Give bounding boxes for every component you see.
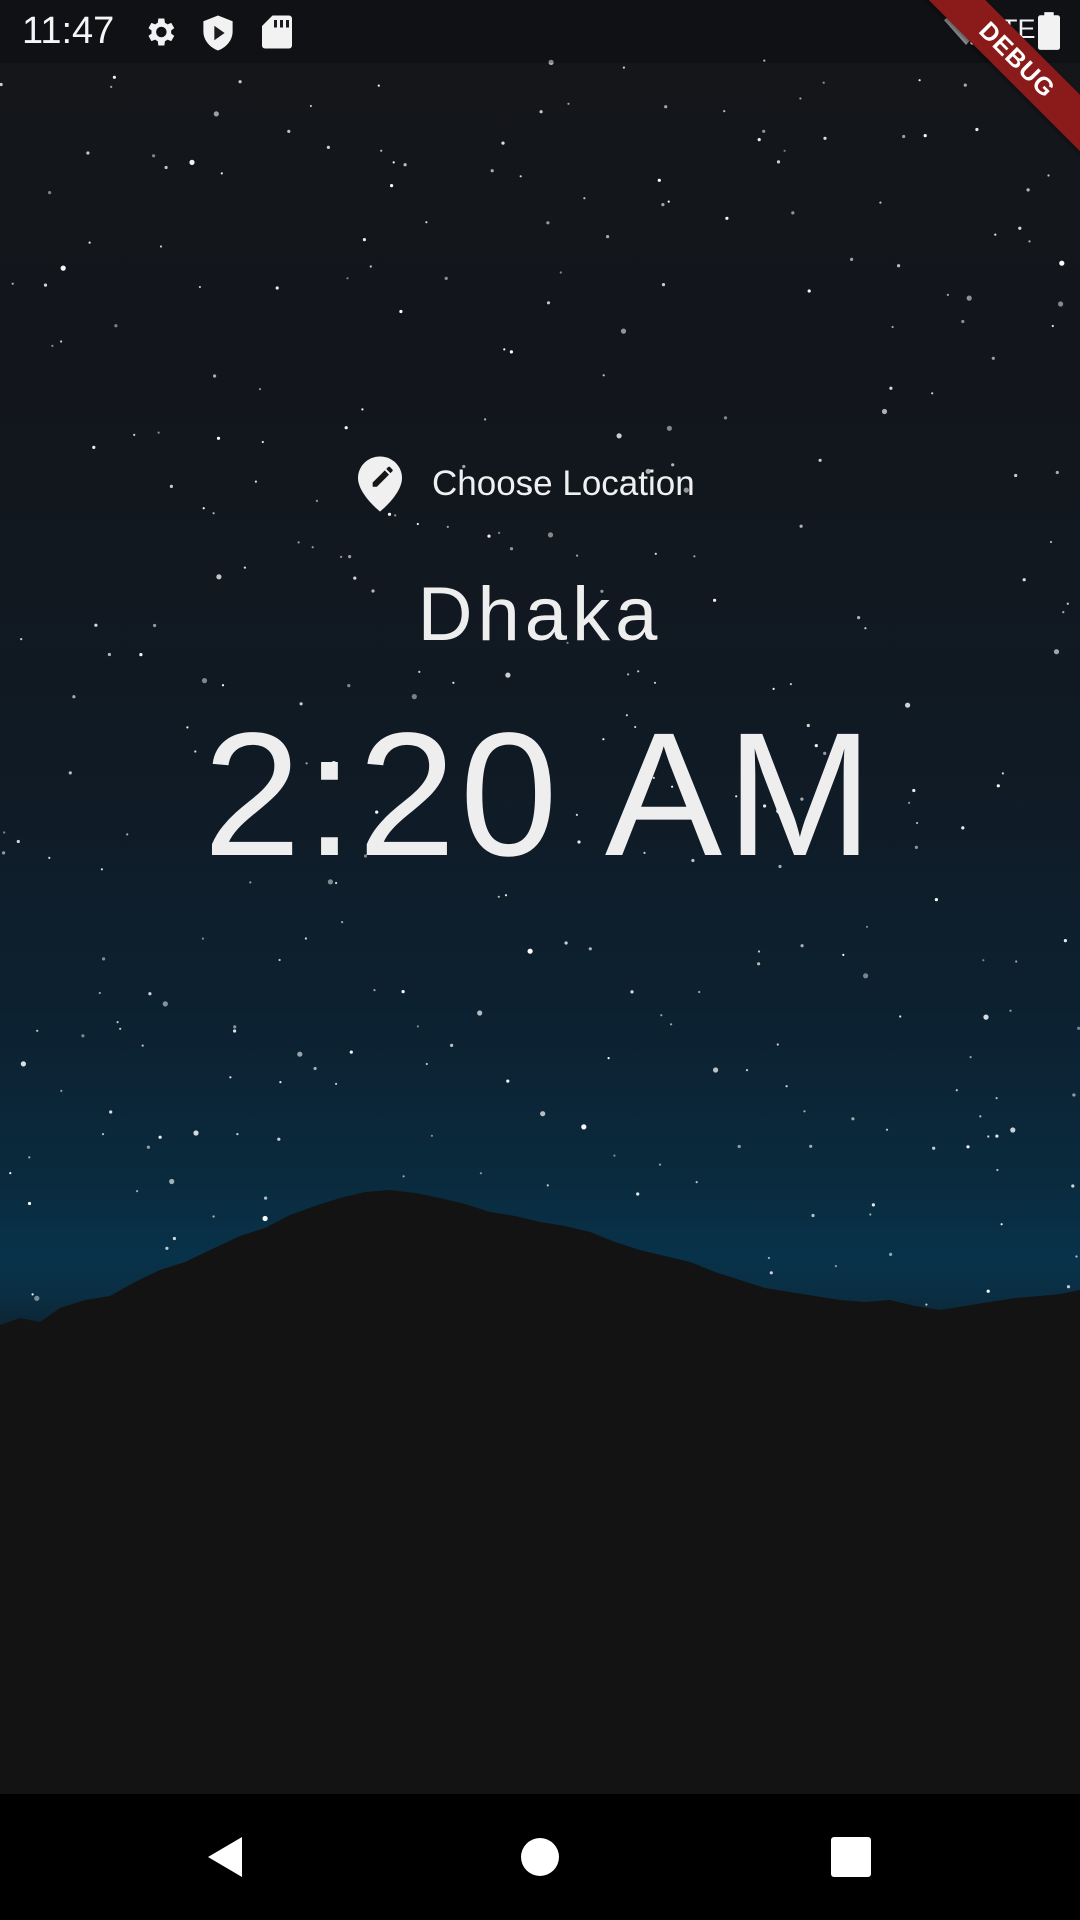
battery-icon <box>1038 12 1060 50</box>
choose-location-button[interactable]: Choose Location <box>358 454 695 514</box>
play-protect-icon <box>203 15 233 51</box>
home-icon[interactable] <box>505 1822 575 1892</box>
location-edit-icon <box>358 456 402 512</box>
settings-icon <box>148 18 175 46</box>
navigation-bar <box>0 1794 1080 1920</box>
back-icon[interactable] <box>190 1822 260 1892</box>
current-time: 2:20 AM <box>203 697 877 893</box>
status-bar: 11:47 LTE <box>0 0 1080 63</box>
app-screen: 11:47 LTE DEBUG <box>0 0 1080 1920</box>
recents-icon[interactable] <box>816 1822 886 1892</box>
mountain-silhouette <box>0 1190 1080 1794</box>
choose-location-label: Choose Location <box>432 464 695 503</box>
night-sky-background <box>0 0 1080 1794</box>
sd-card-icon <box>262 15 292 49</box>
status-time: 11:47 <box>22 10 115 52</box>
city-name: Dhaka <box>417 572 663 657</box>
